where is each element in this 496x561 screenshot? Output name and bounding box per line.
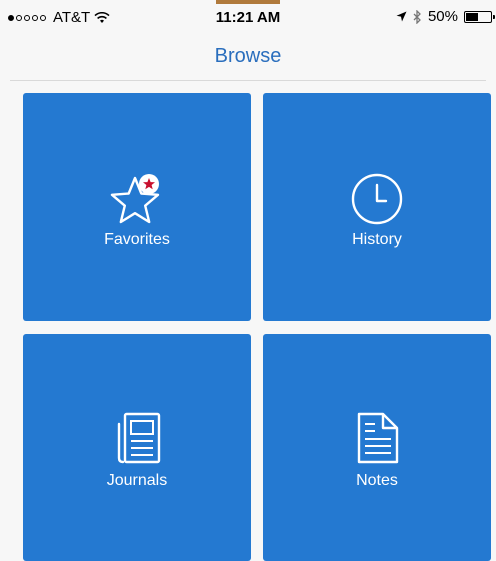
location-arrow-icon [396,11,407,22]
notes-label: Notes [356,472,398,489]
clock-icon [351,173,403,225]
history-label: History [352,231,402,248]
favorites-label: Favorites [104,231,170,248]
status-bar: AT&T 11:21 AM 50% [0,0,496,36]
bluetooth-icon [413,9,421,24]
browse-screen: AT&T 11:21 AM 50% Browse Favorites Histo… [0,0,496,561]
status-indicators: 50% [396,8,495,25]
star-icon [110,174,160,224]
battery-percent: 50% [427,8,458,25]
notes-tile[interactable]: Notes [263,334,491,561]
journal-icon [117,412,161,464]
favorites-tile[interactable]: Favorites [23,93,251,321]
history-tile[interactable]: History [263,93,491,321]
notes-icon [357,412,399,464]
battery-fill [466,12,478,21]
journals-tile[interactable]: Journals [23,334,251,561]
navigation-bar: Browse [10,36,486,81]
journals-label: Journals [106,472,168,489]
page-title: Browse [214,45,282,67]
battery-icon [464,10,495,23]
